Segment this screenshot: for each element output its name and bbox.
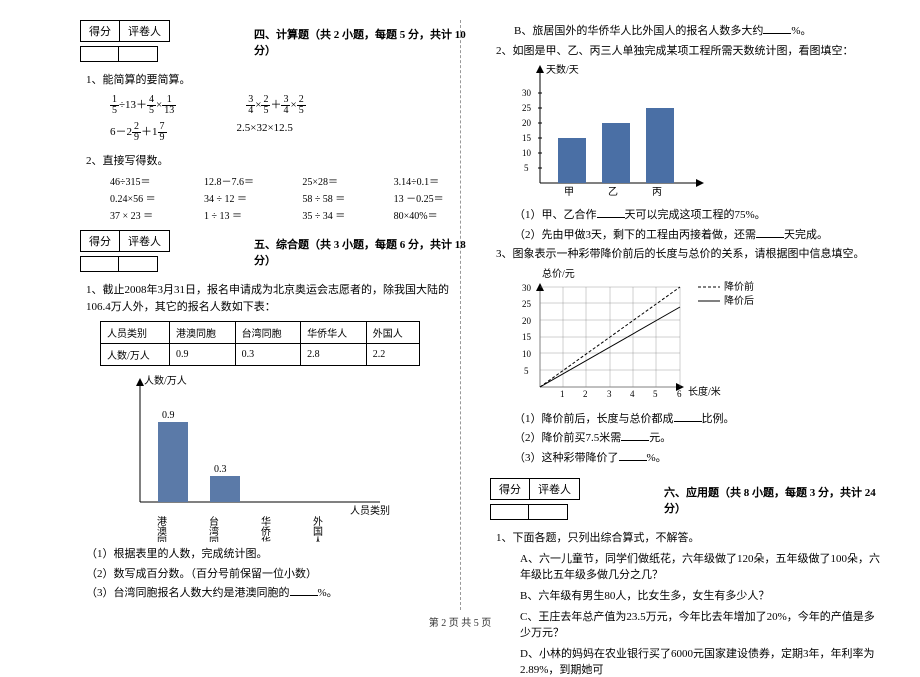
s4-q2: 2、直接写得数。 [86,153,470,170]
s5-sub2: （2）数写成百分数。（百分号前保留一位小数） [86,566,470,583]
s5-sub3: （3）台湾同胞报名人数大约是港澳同胞的%。 [86,585,470,602]
left-column: 得分 评卷人 四、计算题（共 2 小题，每题 5 分，共计 10 分） 1、能简… [80,20,470,600]
expr-2a: 6－229＋179 [110,122,167,143]
svg-text:华侨华人: 华侨华人 [259,515,271,542]
calc-grid: 46÷315＝ 12.8－7.6＝ 25×28＝ 3.14÷0.1＝ 0.24×… [110,173,470,222]
s5-q3s2: （2）降价前买7.5米需元。 [514,430,880,447]
blank[interactable] [621,430,649,441]
svg-text:天数/天: 天数/天 [546,63,579,76]
svg-text:总价/元: 总价/元 [542,267,575,280]
svg-text:0.9: 0.9 [162,410,175,421]
svg-text:乙: 乙 [608,186,618,198]
s5-sub1: （1）根据表里的人数，完成统计图。 [86,546,470,563]
blank[interactable] [763,23,791,34]
s6-qA: A、六一儿童节，同学们做纸花，六年级做了120朵，五年级做了100朵，六年级比五… [520,550,880,582]
svg-text:降价后: 降价后 [724,294,754,307]
blank[interactable] [619,450,647,461]
svg-text:30: 30 [522,283,532,293]
expr-2b: 2.5×32×12.5 [237,122,293,143]
s6-qD: D、小林的妈妈在农业银行买了6000元国家建设债券，定期3年，年利率为2.89%… [520,645,880,677]
svg-text:0.3: 0.3 [214,464,227,475]
blank[interactable] [756,227,784,238]
table-row: 人员类别 港澳同胞 台湾同胞 华侨华人 外国人 [101,322,420,344]
chart-2: 天数/天 5 10 15 20 25 30 甲 乙 丙 [510,63,710,203]
data-table: 人员类别 港澳同胞 台湾同胞 华侨华人 外国人 人数/万人 0.9 0.3 2.… [100,321,420,366]
s5-rightB: B、旅居国外的华侨华人比外国人的报名人数多大约%。 [514,23,880,40]
svg-text:15: 15 [522,332,532,342]
section-5-header: 得分 评卷人 五、综合题（共 3 小题，每题 6 分，共计 18 分） [80,230,470,276]
svg-text:25: 25 [522,299,532,309]
expr-row-2: 6－229＋179 2.5×32×12.5 [110,122,470,143]
score-box-5-blank [80,256,158,272]
blank[interactable] [597,207,625,218]
s5-q2s1: （1）甲、乙合作天可以完成这项工程的75%。 [514,207,880,224]
s5-q3: 3、图象表示一种彩带降价前后的长度与总价的关系，请根据图中信息填空。 [496,246,880,263]
svg-text:2: 2 [583,389,588,399]
grader-label: 评卷人 [120,21,169,41]
section-6-header: 得分 评卷人 六、应用题（共 8 小题，每题 3 分，共计 24 分） [490,478,880,524]
svg-text:15: 15 [522,133,532,143]
svg-text:台湾同胞: 台湾同胞 [207,515,219,542]
svg-text:长度/米: 长度/米 [688,385,721,398]
s5-q2: 2、如图是甲、乙、丙三人单独完成某项工程所需天数统计图，看图填空： [496,43,880,60]
chart1-xlabel: 人员类别 [350,504,390,517]
expr-1a: 15÷13＋45×113 [110,95,176,116]
s6-qC: C、王庄去年总产值为23.5万元，今年比去年增加了20%，今年的产值是多少万元？ [520,608,880,640]
s5-q3s1: （1）降价前后，长度与总价都成比例。 [514,411,880,428]
expr-1b: 34×25＋34×25 [246,95,305,116]
score-box-5: 得分 评卷人 [80,230,170,252]
svg-text:6: 6 [677,389,682,399]
score-label: 得分 [81,21,120,41]
svg-text:3: 3 [607,389,612,399]
score-box-6-blank [490,504,568,520]
expr-row-1: 15÷13＋45×113 34×25＋34×25 [110,95,470,116]
svg-text:10: 10 [522,349,532,359]
s5-q1: 1、截止2008年3月31日，报名申请成为北京奥运会志愿者的，除我国大陆的106… [86,282,470,315]
score-box-6: 得分 评卷人 [490,478,580,500]
svg-text:港澳同胞: 港澳同胞 [155,516,167,542]
s5-q2s2: （2）先由甲做3天，剩下的工程由丙接着做，还需天完成。 [514,227,880,244]
svg-text:25: 25 [522,103,532,113]
svg-text:甲: 甲 [564,187,574,198]
s4-q1: 1、能简算的要简算。 [86,72,470,89]
score-box-4-blank [80,46,158,62]
blank[interactable] [290,585,318,596]
section-4-header: 得分 评卷人 四、计算题（共 2 小题，每题 5 分，共计 10 分） [80,20,470,66]
svg-text:20: 20 [522,118,532,128]
section-5-title: 五、综合题（共 3 小题，每题 6 分，共计 18 分） [254,230,470,268]
table-row: 人数/万人 0.9 0.3 2.8 2.2 [101,344,420,366]
column-divider [460,20,461,610]
chart-3: 总价/元 5 10 15 20 25 [510,267,780,407]
right-column: B、旅居国外的华侨华人比外国人的报名人数多大约%。 2、如图是甲、乙、丙三人单独… [490,20,880,600]
chart1-ylabel: 人数/万人 [144,374,187,387]
svg-text:5: 5 [653,389,658,399]
s6-q1: 1、下面各题，只列出综合算式，不解答。 [496,530,880,547]
chart-1: 人数/万人 人员类别 0.9 0.3 港澳同胞 台湾同胞 华侨华人 外国人 [100,372,400,542]
svg-text:外国人: 外国人 [311,516,323,542]
blank[interactable] [674,411,702,422]
svg-text:30: 30 [522,88,532,98]
score-box-4: 得分 评卷人 [80,20,170,42]
section-6-title: 六、应用题（共 8 小题，每题 3 分，共计 24 分） [664,478,880,516]
s6-qB: B、六年级有男生80人，比女生多，女生有多少人？ [520,587,880,603]
svg-text:4: 4 [630,389,635,399]
svg-text:20: 20 [522,316,532,326]
svg-text:10: 10 [522,148,532,158]
s5-q3s3: （3）这种彩带降价了%。 [514,450,880,467]
svg-text:1: 1 [560,389,565,399]
section-4-title: 四、计算题（共 2 小题，每题 5 分，共计 10 分） [254,20,470,58]
svg-text:5: 5 [524,163,529,173]
svg-text:降价前: 降价前 [724,280,754,293]
svg-text:丙: 丙 [652,187,662,198]
svg-text:5: 5 [524,366,529,376]
